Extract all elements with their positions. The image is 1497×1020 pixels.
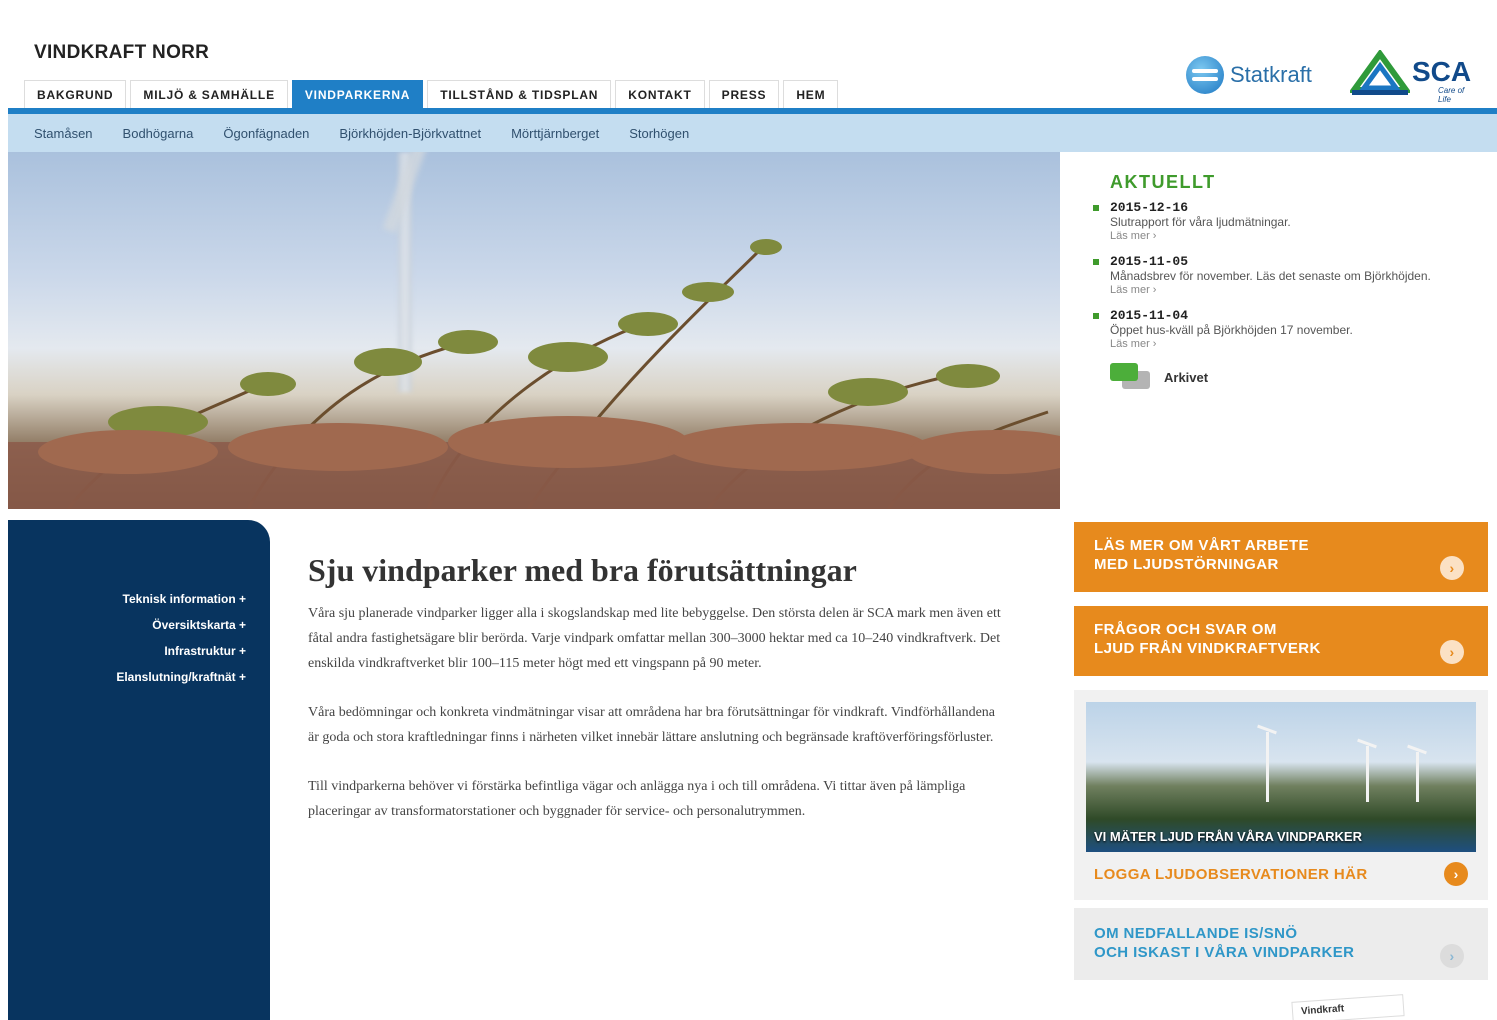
log-observations-label: LOGGA LJUDOBSERVATIONER HÄR (1094, 865, 1368, 883)
sca-tagline: Care of Life (1438, 86, 1465, 104)
left-menu-item[interactable]: Elanslutning/kraftnät + (116, 664, 246, 690)
log-observations-link[interactable]: LOGGA LJUDOBSERVATIONER HÄR › (1094, 862, 1468, 886)
article-title: Sju vindparker med bra förutsättningar (308, 552, 857, 588)
sub-nav-item[interactable]: Mörttjärnberget (511, 126, 599, 141)
turbine-icon (1416, 752, 1419, 802)
bullet-icon (1093, 259, 1099, 265)
archive-label: Arkivet (1164, 369, 1209, 385)
left-menu: Teknisk information + Översiktskarta + I… (116, 586, 246, 690)
left-menu-item[interactable]: Teknisk information + (116, 586, 246, 612)
left-menu-item[interactable]: Översiktskarta + (116, 612, 246, 638)
tab-kontakt[interactable]: KONTAKT (615, 80, 705, 108)
arrow-right-icon: › (1444, 862, 1468, 886)
wind-farm-photo: VI MÄTER LJUD FRÅN VÅRA VINDPARKER (1086, 702, 1476, 852)
news-text: Slutrapport för våra ljudmätningar. (1110, 215, 1291, 229)
bullet-icon (1093, 205, 1099, 211)
promo-line: OM NEDFALLANDE IS/SNÖ (1094, 925, 1298, 942)
arrow-right-icon: › (1440, 944, 1464, 968)
sca-logo[interactable]: SCA Care of Life (1348, 48, 1475, 104)
read-more-link[interactable]: Läs mer › (1110, 229, 1490, 243)
tab-hem[interactable]: HEM (783, 80, 839, 108)
news-item: 2015-12-16 Slutrapport för våra ljudmätn… (1090, 201, 1490, 243)
sub-nav-item[interactable]: Bodhögarna (123, 126, 194, 141)
bullet-icon (1093, 313, 1099, 319)
noise-measure-promo[interactable]: VI MÄTER LJUD FRÅN VÅRA VINDPARKER LOGGA… (1074, 690, 1488, 900)
news-item: 2015-11-05 Månadsbrev för november. Läs … (1090, 255, 1490, 297)
hero-image (8, 152, 1060, 509)
turbine-icon (1266, 732, 1269, 802)
news-date: 2015-11-05 (1110, 254, 1189, 269)
news-date: 2015-12-16 (1110, 200, 1189, 215)
article: Sju vindparker med bra förutsättningar V… (308, 552, 1008, 848)
read-more-link[interactable]: Läs mer › (1110, 337, 1490, 351)
promo-line: LÄS MER OM VÅRT ARBETE (1094, 537, 1309, 554)
promo-line: OCH ISKAST I VÅRA VINDPARKER (1094, 944, 1355, 961)
tab-bakgrund[interactable]: BAKGRUND (24, 80, 127, 108)
article-paragraph: Till vindparkerna behöver vi förstärka b… (308, 779, 966, 819)
news-text: Öppet hus-kväll på Björkhöjden 17 novemb… (1110, 323, 1353, 337)
tab-tillstand-tidsplan[interactable]: TILLSTÅND & TIDSPLAN (427, 80, 612, 108)
main-nav: BAKGRUND MILJÖ & SAMHÄLLE VINDPARKERNA T… (24, 80, 842, 108)
statkraft-logo-text: Statkraft (1230, 62, 1312, 87)
sub-nav-item[interactable]: Björkhöjden-Björkvattnet (339, 126, 481, 141)
statkraft-logo[interactable]: Statkraft (1186, 56, 1312, 94)
left-menu-item[interactable]: Infrastruktur + (116, 638, 246, 664)
news-text: Månadsbrev för november. Läs det senaste… (1110, 269, 1431, 283)
noise-faq-promo[interactable]: FRÅGOR OCH SVAR OM LJUD FRÅN VINDKRAFTVE… (1074, 606, 1488, 676)
tab-vindparkerna[interactable]: VINDPARKERNA (291, 80, 424, 108)
article-paragraph: Våra sju planerade vindparker ligger all… (308, 606, 1001, 671)
news-date: 2015-11-04 (1110, 308, 1189, 323)
sca-logo-icon (1348, 48, 1412, 95)
news-panel: AKTUELLT 2015-12-16 Slutrapport för våra… (1090, 172, 1490, 391)
site-title[interactable]: VINDKRAFT NORR (34, 42, 209, 64)
noise-work-promo[interactable]: LÄS MER OM VÅRT ARBETE MED LJUDSTÖRNINGA… (1074, 522, 1488, 592)
promo-line: LJUD FRÅN VINDKRAFTVERK (1094, 640, 1321, 657)
arrow-right-icon: › (1440, 640, 1464, 664)
read-more-link[interactable]: Läs mer › (1110, 283, 1490, 297)
sub-nav-item[interactable]: Stamåsen (34, 126, 93, 141)
hero-shrubs (8, 239, 1060, 509)
left-sidebar: Teknisk information + Översiktskarta + I… (8, 520, 270, 1020)
promo-line: FRÅGOR OCH SVAR OM (1094, 621, 1277, 638)
vindkraft-badge[interactable]: Vindkraft (1291, 994, 1405, 1020)
tab-press[interactable]: PRESS (708, 80, 780, 108)
article-paragraph: Våra bedömningar och konkreta vindmätnin… (308, 705, 995, 745)
photo-caption: VI MÄTER LJUD FRÅN VÅRA VINDPARKER (1094, 829, 1362, 844)
archive-link[interactable]: Arkivet (1110, 363, 1490, 391)
promo-line: MED LJUDSTÖRNINGAR (1094, 556, 1279, 573)
sca-logo-text: SCA (1412, 56, 1472, 87)
arrow-right-icon: › (1440, 556, 1464, 580)
speech-bubbles-icon (1110, 363, 1150, 391)
sub-nav: Stamåsen Bodhögarna Ögonfägnaden Björkhö… (8, 114, 1497, 152)
sub-nav-item[interactable]: Ögonfägnaden (223, 126, 309, 141)
sub-nav-item[interactable]: Storhögen (629, 126, 689, 141)
statkraft-logo-icon (1186, 56, 1224, 94)
news-item: 2015-11-04 Öppet hus-kväll på Björkhöjde… (1090, 309, 1490, 351)
ice-throw-promo[interactable]: OM NEDFALLANDE IS/SNÖ OCH ISKAST I VÅRA … (1074, 908, 1488, 980)
turbine-icon (1366, 746, 1369, 802)
tab-miljo-samhalle[interactable]: MILJÖ & SAMHÄLLE (130, 80, 288, 108)
news-heading: AKTUELLT (1110, 172, 1216, 192)
